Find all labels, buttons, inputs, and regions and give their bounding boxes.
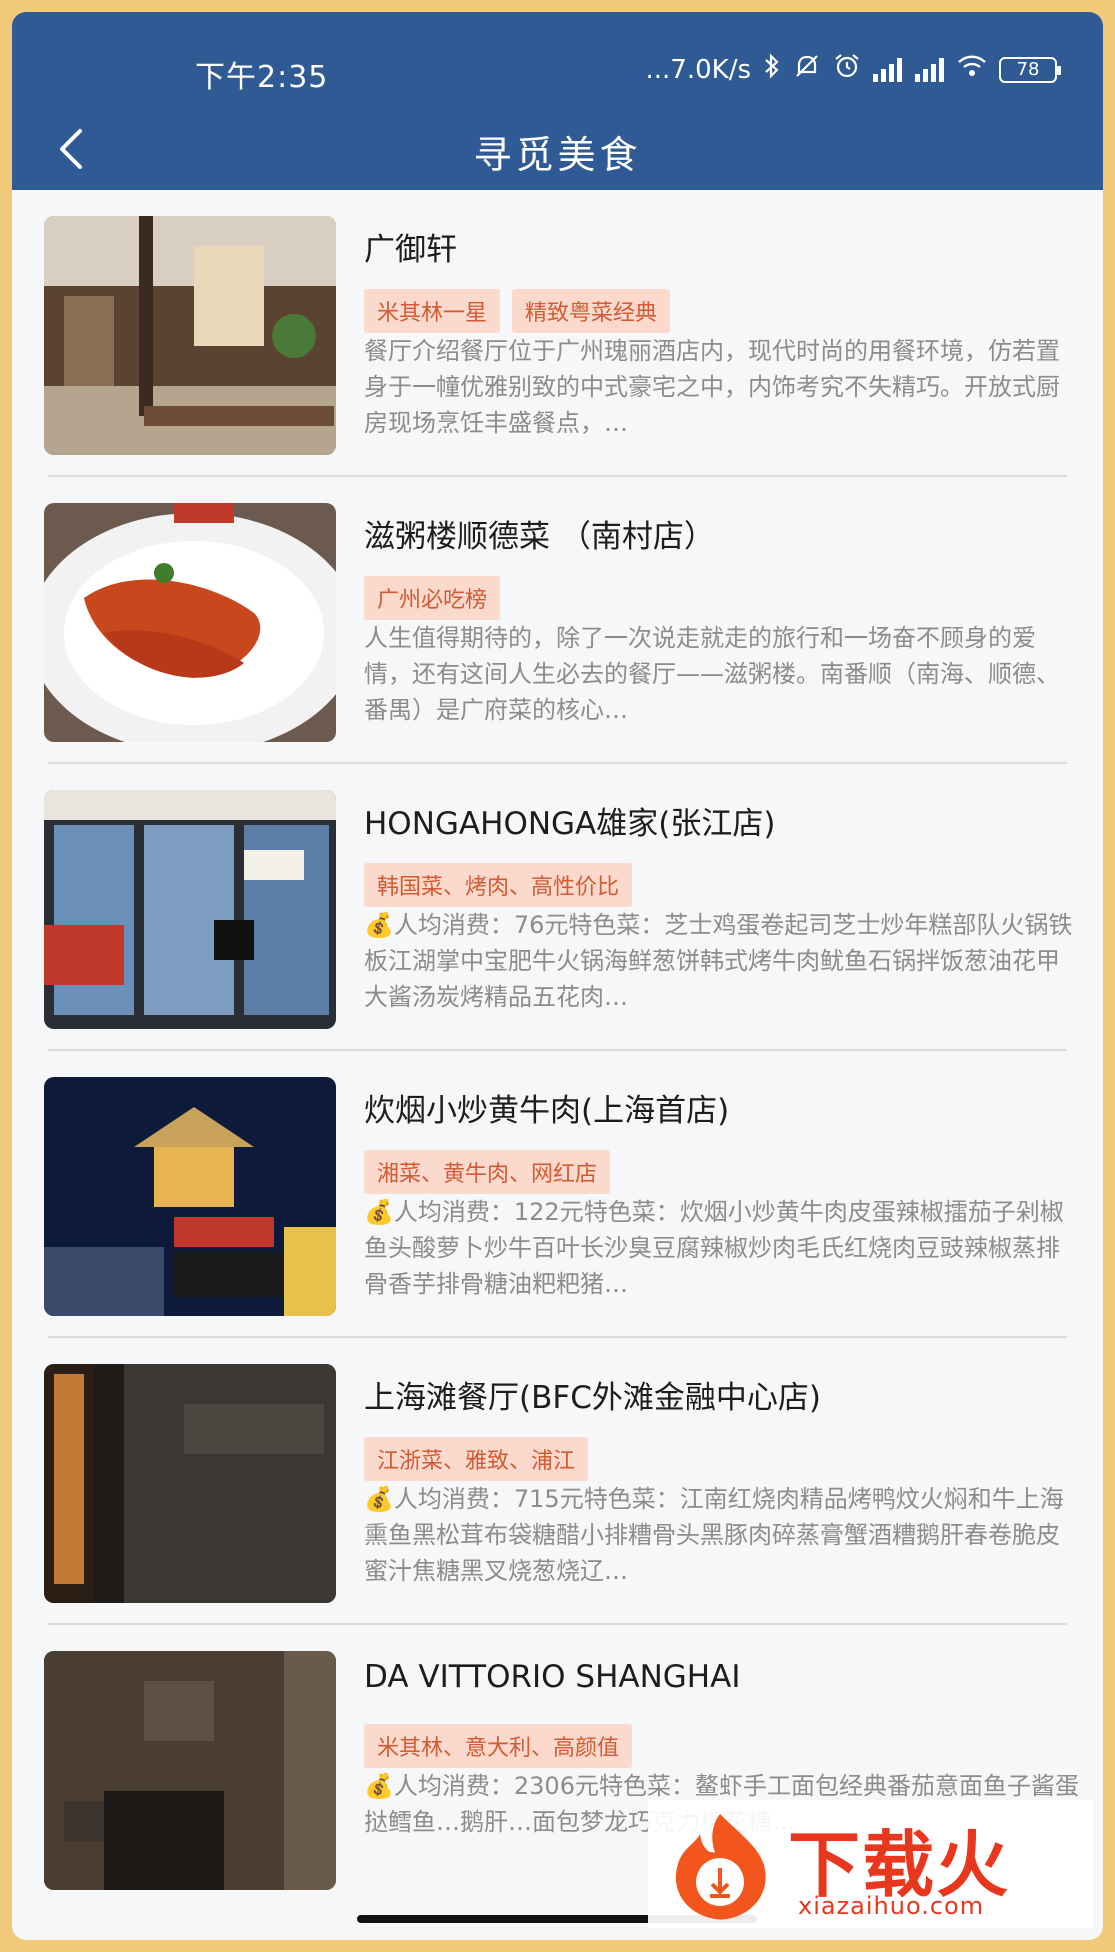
bluetooth-icon xyxy=(763,53,781,86)
list-item[interactable]: 广御轩 米其林一星 精致粤菜经典 餐厅介绍餐厅位于广州瑰丽酒店内，现代时尚的用餐… xyxy=(12,190,1103,477)
network-speed: ...7.0K/s xyxy=(645,54,752,85)
mute-icon xyxy=(793,52,821,87)
hd-signal-icon xyxy=(873,57,903,82)
restaurant-description: 💰人均消费：122元特色菜：炊烟小炒黄牛肉皮蛋辣椒擂茄子剁椒鱼头酸萝卜炒牛百叶长… xyxy=(364,1198,1064,1298)
hd-signal-icon xyxy=(915,57,945,82)
list-item[interactable]: 炊烟小炒黄牛肉(上海首店) 湘菜、黄牛肉、网红店 💰人均消费：122元特色菜：炊… xyxy=(12,1051,1103,1338)
watermark-url: xiazaihuo.com xyxy=(798,1892,985,1920)
tag: 广州必吃榜 xyxy=(364,576,501,620)
tag-group: 米其林一星 精致粤菜经典 xyxy=(364,289,671,333)
restaurant-photo xyxy=(44,216,336,455)
tag: 湘菜、黄牛肉、网红店 xyxy=(364,1150,611,1194)
battery-icon: 78 xyxy=(999,56,1061,83)
alarm-icon xyxy=(833,52,861,87)
restaurant-name: 炊烟小炒黄牛肉(上海首店) xyxy=(364,1093,730,1129)
flame-logo-icon xyxy=(675,1814,766,1920)
status-bar: 下午2:35 ...7.0K/s 78 xyxy=(12,52,1103,102)
list-item[interactable]: 上海滩餐厅(BFC外滩金融中心店) 江浙菜、雅致、浦江 💰人均消费：715元特色… xyxy=(12,1338,1103,1625)
restaurant-description: 餐厅介绍餐厅位于广州瑰丽酒店内，现代时尚的用餐环境，仿若置身于一幢优雅别致的中式… xyxy=(364,337,1060,437)
restaurant-name: 广御轩 xyxy=(364,232,457,268)
page-title: 寻觅美食 xyxy=(473,133,642,177)
status-icons: ...7.0K/s 78 xyxy=(645,52,1061,87)
tag: 江浙菜、雅致、浦江 xyxy=(364,1437,589,1481)
restaurant-photo xyxy=(44,790,336,1029)
tag-group: 广州必吃榜 xyxy=(364,576,501,620)
tag-group: 湘菜、黄牛肉、网红店 xyxy=(364,1150,611,1194)
restaurant-description: 人生值得期待的，除了一次说走就走的旅行和一场奋不顾身的爱情，还有这间人生必去的餐… xyxy=(364,624,1060,724)
restaurant-name: HONGAHONGA雄家(张江店) xyxy=(364,806,776,842)
top-bar: 下午2:35 ...7.0K/s 78 寻觅美食 xyxy=(12,12,1103,190)
restaurant-description: 💰人均消费：76元特色菜：芝士鸡蛋卷起司芝士炒年糕部队火锅铁板江湖掌中宝肥牛火锅… xyxy=(364,911,1073,1011)
restaurant-description: 💰人均消费：715元特色菜：江南红烧肉精品烤鸭炆火焖和牛上海熏鱼黑松茸布袋糖醋小… xyxy=(364,1485,1064,1585)
restaurant-photo xyxy=(44,1651,336,1890)
restaurant-name: 上海滩餐厅(BFC外滩金融中心店) xyxy=(364,1380,821,1416)
tag-group: 米其林、意大利、高颜值 xyxy=(364,1724,633,1768)
restaurant-name: 滋粥楼顺德菜 （南村店） xyxy=(364,519,715,555)
wifi-icon xyxy=(957,54,987,85)
restaurant-list: 广御轩 米其林一星 精致粤菜经典 餐厅介绍餐厅位于广州瑰丽酒店内，现代时尚的用餐… xyxy=(12,190,1103,1912)
tag: 米其林一星 xyxy=(364,289,501,333)
tag-group: 江浙菜、雅致、浦江 xyxy=(364,1437,589,1481)
restaurant-photo xyxy=(44,1077,336,1316)
watermark: 下载火 xiazaihuo.com xyxy=(648,1800,1093,1928)
tag: 米其林、意大利、高颜值 xyxy=(364,1724,633,1768)
restaurant-photo xyxy=(44,1364,336,1603)
status-time: 下午2:35 xyxy=(195,60,329,95)
app-screen: 下午2:35 ...7.0K/s 78 寻觅美食 广御轩 米其林一星 精致粤菜经… xyxy=(12,12,1103,1940)
list-item[interactable]: 滋粥楼顺德菜 （南村店） 广州必吃榜 人生值得期待的，除了一次说走就走的旅行和一… xyxy=(12,477,1103,764)
list-item[interactable]: HONGAHONGA雄家(张江店) 韩国菜、烤肉、高性价比 💰人均消费：76元特… xyxy=(12,764,1103,1051)
restaurant-name: DA VITTORIO SHANGHAI xyxy=(364,1659,741,1695)
tag: 精致粤菜经典 xyxy=(512,289,671,333)
restaurant-photo xyxy=(44,503,336,742)
tag-group: 韩国菜、烤肉、高性价比 xyxy=(364,863,633,907)
tag: 韩国菜、烤肉、高性价比 xyxy=(364,863,633,907)
